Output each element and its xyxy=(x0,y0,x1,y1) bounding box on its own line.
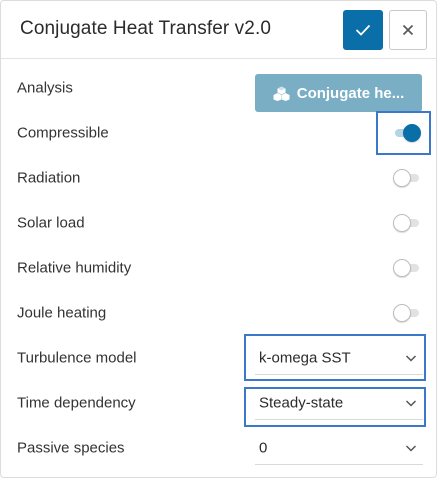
radiation-toggle[interactable] xyxy=(393,169,421,187)
passive-species-select[interactable]: 0 xyxy=(255,431,423,465)
solar-load-label: Solar load xyxy=(17,214,85,231)
toggle-knob xyxy=(393,169,411,187)
relative-humidity-row: Relative humidity xyxy=(1,245,436,290)
time-dependency-label: Time dependency xyxy=(17,394,136,411)
analysis-button-label: Conjugate he... xyxy=(296,84,405,102)
panel-header: Conjugate Heat Transfer v2.0 xyxy=(1,1,436,59)
toggle-knob xyxy=(393,304,411,322)
turbulence-model-row: Turbulence model k-omega SST xyxy=(1,335,436,380)
time-dependency-row: Time dependency Steady-state xyxy=(1,380,436,425)
turbulence-model-label: Turbulence model xyxy=(17,349,137,366)
panel-title: Conjugate Heat Transfer v2.0 xyxy=(20,18,271,39)
chevron-down-icon xyxy=(405,355,417,362)
compressible-toggle[interactable] xyxy=(393,124,421,142)
close-icon xyxy=(402,24,414,36)
confirm-button[interactable] xyxy=(343,10,383,50)
compressible-label: Compressible xyxy=(17,124,109,141)
chevron-down-icon xyxy=(405,400,417,407)
time-dependency-select[interactable]: Steady-state xyxy=(255,386,423,420)
joule-heating-label: Joule heating xyxy=(17,304,107,321)
passive-species-label: Passive species xyxy=(17,439,125,456)
close-button[interactable] xyxy=(389,10,427,50)
time-dependency-value: Steady-state xyxy=(259,394,344,411)
toggle-knob xyxy=(393,259,411,277)
radiation-row: Radiation xyxy=(1,155,436,200)
turbulence-model-select[interactable]: k-omega SST xyxy=(255,341,423,375)
chevron-down-icon xyxy=(405,445,417,452)
solar-load-toggle[interactable] xyxy=(393,214,421,232)
analysis-type-button[interactable]: Conjugate he... xyxy=(255,74,422,112)
radiation-label: Radiation xyxy=(17,169,81,186)
toggle-knob xyxy=(393,214,411,232)
turbulence-model-value: k-omega SST xyxy=(259,349,351,366)
analysis-label: Analysis xyxy=(17,79,73,96)
joule-heating-toggle[interactable] xyxy=(393,304,421,322)
compressible-row: Compressible xyxy=(1,110,436,155)
analysis-row: Analysis Conjugate he... xyxy=(1,65,436,112)
relative-humidity-label: Relative humidity xyxy=(17,259,132,276)
relative-humidity-toggle[interactable] xyxy=(393,259,421,277)
passive-species-row: Passive species 0 xyxy=(1,425,436,470)
cubes-icon xyxy=(273,86,290,101)
toggle-knob xyxy=(403,124,421,142)
solar-load-row: Solar load xyxy=(1,200,436,245)
passive-species-value: 0 xyxy=(259,439,268,456)
simulation-settings-panel: Conjugate Heat Transfer v2.0 Analysis Co… xyxy=(0,0,437,478)
checkmark-icon xyxy=(355,24,371,36)
joule-heating-row: Joule heating xyxy=(1,290,436,335)
